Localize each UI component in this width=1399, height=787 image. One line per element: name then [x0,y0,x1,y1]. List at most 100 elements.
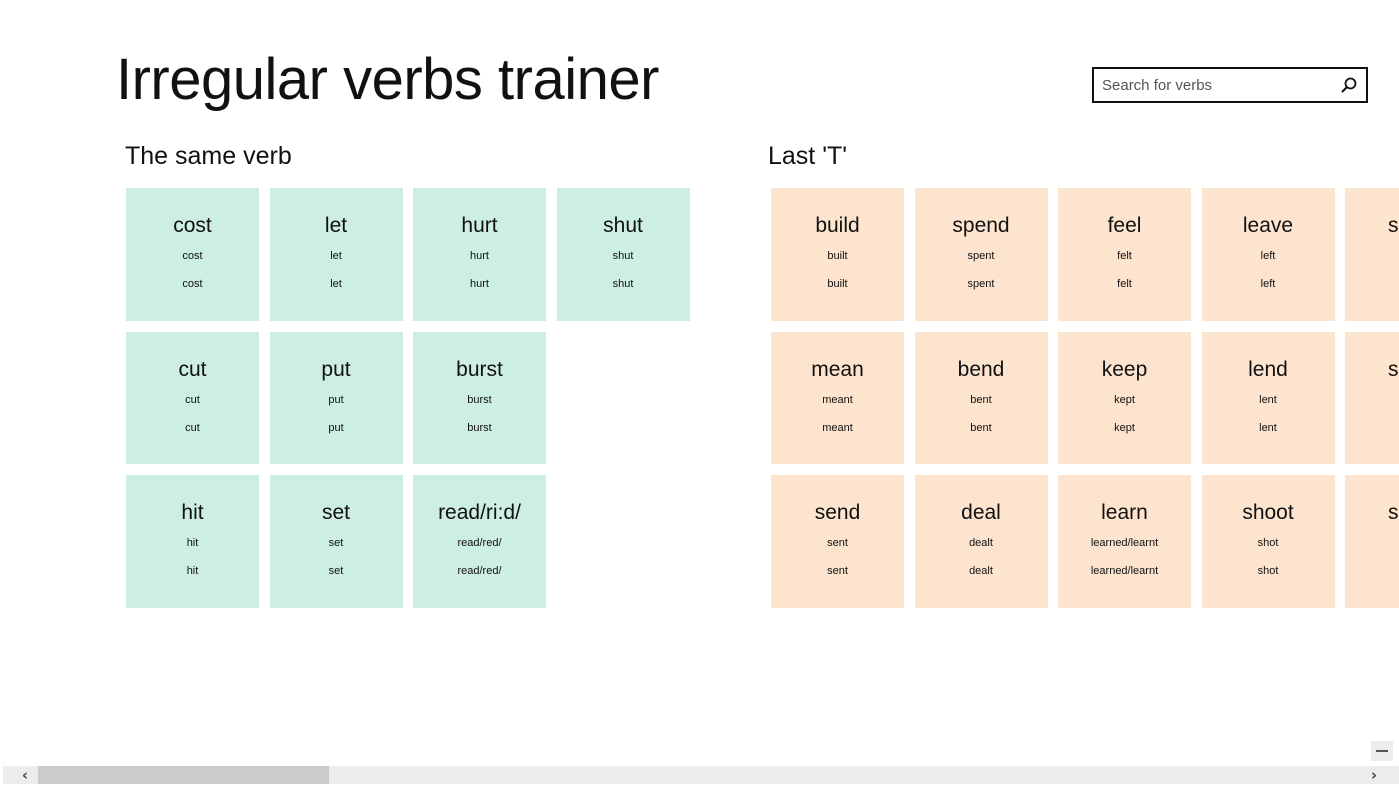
verb-past: left [1260,250,1276,262]
verb-tile[interactable]: s [1345,188,1399,321]
verb-participle: dealt [969,565,993,577]
verb-base: s [1388,214,1399,237]
verb-participle: lent [1259,421,1277,434]
verb-participle: bent [970,421,992,434]
scrollbar-thumb[interactable] [38,766,329,784]
chevron-left-icon[interactable]: ‹ [15,766,35,784]
verb-participle: hit [186,565,199,577]
verb-past: cut [185,393,200,406]
verb-past: bent [970,393,992,406]
verb-tile[interactable]: bend bent bent [914,331,1048,464]
group-title-last-t[interactable]: Last 'T' [768,142,847,171]
minus-icon [1376,750,1388,752]
verb-base: s [1388,501,1399,524]
verb-past: let [330,250,342,262]
verb-base: learn [1101,501,1148,524]
verb-past: felt [1117,250,1132,262]
verb-base: shut [603,214,643,237]
verb-tile[interactable]: let let let [269,188,403,321]
verb-base: hit [181,501,204,524]
verb-tile[interactable]: feel felt felt [1058,188,1191,321]
verb-participle: let [330,278,342,290]
semantic-zoom-button[interactable] [1371,741,1393,761]
verb-tile[interactable]: put put put [269,331,403,464]
verb-tile[interactable]: keep kept kept [1058,331,1191,464]
verb-tile[interactable]: lend lent lent [1201,331,1335,464]
verb-base: keep [1101,357,1148,381]
verb-base: shoot [1242,501,1294,524]
verb-base: feel [1107,214,1142,237]
verb-past: shut [612,250,634,262]
verb-participle: kept [1114,421,1135,434]
verb-participle: shut [612,278,634,290]
verb-participle: cut [185,421,200,434]
verb-base: bend [957,357,1005,381]
verb-past: hit [186,537,199,549]
verb-participle: left [1260,278,1276,290]
verb-past: dealt [969,537,993,549]
verb-participle: felt [1117,278,1132,290]
verb-base: put [321,357,351,381]
verb-past: learned/learnt [1090,537,1159,549]
verb-base: cost [173,214,212,237]
search-icon[interactable] [1340,76,1358,94]
verb-tile[interactable]: spend spent spent [914,188,1048,321]
verb-tile[interactable]: s [1345,331,1399,464]
search-box[interactable] [1092,67,1368,103]
search-input[interactable] [1094,69,1332,101]
verb-base: read/ri:d/ [438,501,521,524]
verb-base: lend [1248,357,1288,381]
verb-tile[interactable]: leave left left [1201,188,1335,321]
verb-base: leave [1242,214,1294,237]
group-title-same-verb[interactable]: The same verb [125,142,292,171]
verb-tile[interactable]: shoot shot shot [1201,475,1335,608]
verb-participle: built [827,278,848,290]
verb-past: built [827,250,848,262]
verb-tile[interactable]: build built built [771,188,904,321]
verb-base: let [324,214,348,237]
verb-base: deal [961,501,1001,524]
verb-tile[interactable]: send sent sent [771,475,904,608]
verb-past: read/red/ [457,537,502,549]
verb-base: send [814,501,861,524]
verb-participle: sent [827,565,848,577]
verb-past: spent [967,250,995,262]
horizontal-scrollbar[interactable]: ‹ › [3,766,1399,784]
verb-base: mean [811,357,864,381]
verb-past: meant [822,393,853,406]
verb-tile[interactable]: s [1345,475,1399,608]
verb-tile[interactable]: set set set [269,475,403,608]
verb-past: cost [182,250,203,262]
tile-group-same-verb: cost cost cost cut cut cut hit hit hit let let let p… [126,188,690,608]
verb-participle: learned/learnt [1090,565,1159,577]
page-title: Irregular verbs trainer [116,47,659,112]
verb-participle: put [328,421,344,434]
verb-past: hurt [470,250,489,262]
verb-participle: set [328,565,344,577]
verb-tile[interactable]: read/ri:d/read/red/read/red/ [413,475,546,608]
verb-participle: burst [467,421,492,434]
chevron-right-icon[interactable]: › [1364,766,1384,784]
verb-base: burst [456,357,503,381]
verb-tile[interactable]: hit hit hit [126,475,259,608]
verb-tile[interactable]: learn learned/learnt learned/learnt [1058,475,1191,608]
verb-past: set [328,537,344,549]
verb-tile[interactable]: cut cut cut [126,331,259,464]
verb-tile[interactable]: hurt hurt hurt [413,188,546,321]
verb-participle: cost [182,278,203,290]
verb-participle: read/red/ [457,565,502,577]
verb-tile[interactable]: shut shut shut [556,188,690,321]
verb-participle: shot [1257,565,1279,577]
verb-base: spend [952,214,1010,237]
tile-group-last-t: build built built mean meant meant send sent sen… [771,188,1399,608]
verb-tile[interactable]: cost cost cost [126,188,259,321]
verb-past: lent [1259,393,1277,406]
verb-tile[interactable]: burst burst burst [413,331,546,464]
verb-tile[interactable]: deal dealt dealt [914,475,1048,608]
verb-tile[interactable]: mean meant meant [771,331,904,464]
verb-participle: spent [967,278,995,290]
verb-past: put [328,393,344,406]
verb-past: kept [1114,393,1135,406]
verb-past: burst [467,393,492,406]
verb-participle: hurt [470,278,489,290]
